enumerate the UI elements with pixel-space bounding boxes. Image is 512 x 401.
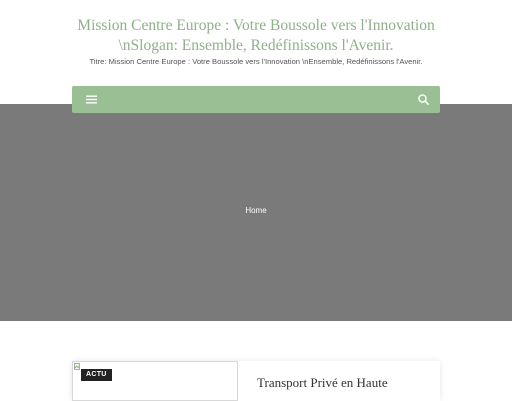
broken-image-icon (74, 363, 80, 370)
breadcrumb: Home (0, 206, 512, 216)
site-title[interactable]: Mission Centre Europe : Votre Boussole v… (60, 16, 452, 56)
post-title[interactable]: Transport Privé en Haute (257, 375, 427, 391)
content-area: ACTU Transport Privé en Haute (0, 321, 512, 401)
search-icon[interactable] (417, 93, 430, 106)
category-badge[interactable]: ACTU (81, 369, 112, 381)
hero-banner: Home (0, 104, 512, 321)
hamburger-icon[interactable] (85, 93, 99, 106)
post-card: ACTU Transport Privé en Haute (72, 361, 440, 401)
site-tagline: Titre: Mission Centre Europe : Votre Bou… (89, 57, 423, 66)
main-navigation-bar (72, 86, 440, 113)
post-thumbnail[interactable]: ACTU (72, 361, 238, 401)
breadcrumb-home-link[interactable]: Home (245, 206, 266, 215)
